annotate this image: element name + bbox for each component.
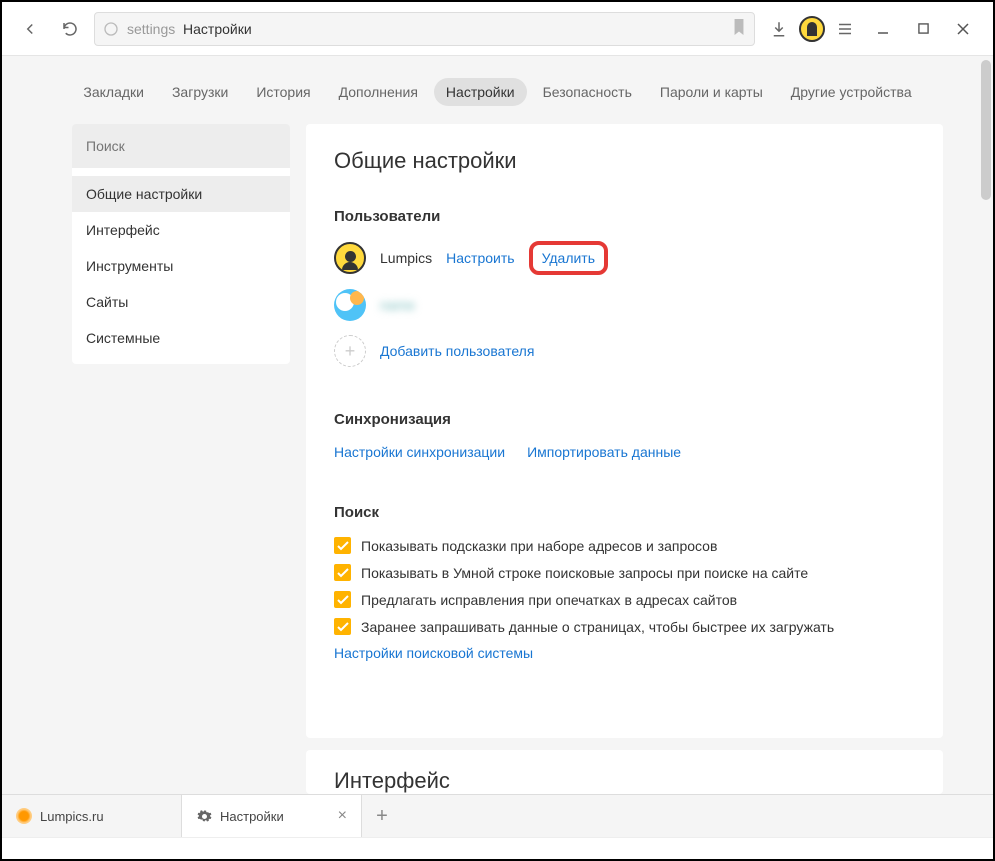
sync-settings-link[interactable]: Настройки синхронизации (334, 444, 505, 460)
nav-tab-addons[interactable]: Дополнения (327, 78, 430, 106)
nav-tab-history[interactable]: История (244, 78, 322, 106)
checkbox[interactable] (334, 591, 351, 608)
user-delete-link[interactable]: Удалить (542, 250, 595, 266)
sidebar-item-interface[interactable]: Интерфейс (72, 212, 290, 248)
address-text: settings Настройки (127, 21, 252, 37)
checkbox[interactable] (334, 564, 351, 581)
nav-tab-settings[interactable]: Настройки (434, 78, 527, 106)
sidebar-item-system[interactable]: Системные (72, 320, 290, 356)
back-button[interactable] (14, 13, 46, 45)
users-section: Пользователи Lumpics Настроить Удалить n… (334, 208, 915, 367)
settings-sidebar: Общие настройки Интерфейс Инструменты Са… (72, 124, 290, 364)
search-input[interactable] (72, 124, 290, 168)
user-name-blurred: name (380, 297, 415, 313)
gear-icon (196, 808, 212, 824)
tab-label: Lumpics.ru (40, 809, 104, 824)
address-bar[interactable]: settings Настройки (94, 12, 755, 46)
search-section: Поиск Показывать подсказки при наборе ад… (334, 504, 915, 661)
sidebar-item-sites[interactable]: Сайты (72, 284, 290, 320)
check-label: Заранее запрашивать данные о страницах, … (361, 619, 834, 635)
nav-tab-bookmarks[interactable]: Закладки (71, 78, 156, 106)
user-configure-link[interactable]: Настроить (446, 250, 514, 266)
sidebar-item-general[interactable]: Общие настройки (72, 176, 290, 212)
users-title: Пользователи (334, 208, 915, 225)
user-avatar-icon (334, 242, 366, 274)
user-avatar-icon (334, 289, 366, 321)
browser-toolbar: settings Настройки (2, 2, 993, 56)
settings-nav-tabs: Закладки Загрузки История Дополнения Нас… (2, 56, 993, 124)
sync-section: Синхронизация Настройки синхронизации Им… (334, 411, 915, 460)
browser-tab[interactable]: Настройки × (182, 795, 362, 837)
window-maximize-button[interactable] (905, 13, 941, 45)
menu-button[interactable] (829, 13, 861, 45)
favicon-icon (16, 808, 32, 824)
window-close-button[interactable] (945, 13, 981, 45)
add-icon[interactable]: + (334, 335, 366, 367)
user-row: Lumpics Настроить Удалить (334, 241, 915, 275)
address-protocol: settings (127, 21, 175, 37)
next-panel-title: Интерфейс (334, 768, 915, 794)
address-title: Настройки (183, 21, 252, 37)
check-row: Предлагать исправления при опечатках в а… (334, 591, 915, 608)
check-row: Показывать подсказки при наборе адресов … (334, 537, 915, 554)
sync-title: Синхронизация (334, 411, 915, 428)
check-row: Показывать в Умной строке поисковые запр… (334, 564, 915, 581)
check-label: Показывать подсказки при наборе адресов … (361, 538, 717, 554)
window-minimize-button[interactable] (865, 13, 901, 45)
check-label: Показывать в Умной строке поисковые запр… (361, 565, 808, 581)
import-data-link[interactable]: Импортировать данные (527, 444, 681, 460)
profile-avatar-icon[interactable] (799, 16, 825, 42)
bookmark-icon[interactable] (732, 19, 746, 38)
browser-tabs-bar: Lumpics.ru Настройки × + (2, 794, 993, 837)
search-title: Поиск (334, 504, 915, 521)
search-engine-link[interactable]: Настройки поисковой системы (334, 645, 533, 661)
scrollbar-thumb[interactable] (981, 60, 991, 200)
new-tab-button[interactable]: + (362, 795, 402, 837)
add-user-row: + Добавить пользователя (334, 335, 915, 367)
settings-panel: Общие настройки Пользователи Lumpics Нас… (306, 124, 943, 738)
downloads-button[interactable] (763, 13, 795, 45)
reload-button[interactable] (54, 13, 86, 45)
highlight-annotation: Удалить (529, 241, 608, 275)
checkbox[interactable] (334, 537, 351, 554)
nav-tab-devices[interactable]: Другие устройства (779, 78, 924, 106)
toolbar-right (763, 13, 981, 45)
checkbox[interactable] (334, 618, 351, 635)
nav-tab-passwords[interactable]: Пароли и карты (648, 78, 775, 106)
status-bar (2, 837, 993, 859)
check-row: Заранее запрашивать данные о страницах, … (334, 618, 915, 635)
check-label: Предлагать исправления при опечатках в а… (361, 592, 737, 608)
add-user-link[interactable]: Добавить пользователя (380, 343, 534, 359)
user-name: Lumpics (380, 250, 432, 266)
tab-label: Настройки (220, 809, 284, 824)
panel-title: Общие настройки (334, 148, 915, 174)
next-panel: Интерфейс (306, 750, 943, 794)
content-area: Закладки Загрузки История Дополнения Нас… (2, 56, 993, 794)
nav-tab-downloads[interactable]: Загрузки (160, 78, 240, 106)
nav-tab-security[interactable]: Безопасность (531, 78, 644, 106)
site-icon (103, 21, 119, 37)
user-row: name (334, 289, 915, 321)
tab-close-icon[interactable]: × (338, 807, 347, 825)
browser-tab[interactable]: Lumpics.ru (2, 795, 182, 837)
sidebar-search (72, 124, 290, 168)
main-layout: Общие настройки Интерфейс Инструменты Са… (2, 124, 993, 794)
sidebar-items: Общие настройки Интерфейс Инструменты Са… (72, 168, 290, 364)
sidebar-item-tools[interactable]: Инструменты (72, 248, 290, 284)
